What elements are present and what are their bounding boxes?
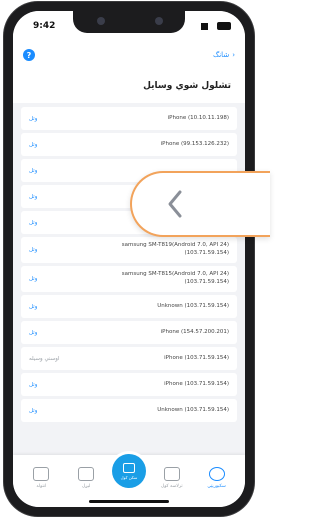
- tab-item[interactable]: انتولد: [22, 467, 60, 489]
- tab-label: سکیوریټي: [207, 484, 226, 489]
- device-action-link[interactable]: وتل: [29, 220, 37, 226]
- device-action-link[interactable]: وتل: [29, 168, 37, 174]
- tab-label: ترلاسه کول: [160, 484, 183, 489]
- back-label: شانگ: [212, 51, 230, 59]
- device-action-link[interactable]: وتل: [29, 408, 37, 414]
- device-action-link[interactable]: وتل: [29, 247, 37, 253]
- back-button[interactable]: شانگ ›: [213, 51, 235, 59]
- device-name: iPhone (99.153.126.232): [160, 140, 229, 147]
- title-row: تشلول شوي وسايل: [13, 69, 245, 103]
- camera-icon: [97, 17, 105, 25]
- app-screen: 9:42 ? شانگ › تشلول شوي وسايل وتل iPhone …: [13, 11, 245, 507]
- device-row: وتل iPhone (103.71.59.154): [21, 373, 237, 396]
- wallet-icon: [33, 467, 50, 481]
- device-action-link[interactable]: وتل: [29, 276, 37, 282]
- device-name: samsung SM-T815(Android 7.0, API 24) (10…: [121, 271, 229, 285]
- device-row: وتل iPhone (99.153.126.232): [21, 133, 237, 156]
- status-time: 9:42: [33, 21, 56, 31]
- device-row: وتل samsung SM-T815(Android 7.0, API 24) …: [21, 266, 237, 292]
- device-name: Unknown (103.71.59.154): [157, 302, 229, 309]
- download-icon: [163, 467, 180, 481]
- device-row: وتل Unknown (103.71.59.154): [21, 399, 237, 422]
- device-name: iPhone (10.10.11.198): [167, 114, 229, 121]
- chevron-left-icon: [168, 190, 182, 218]
- tab-label: انتولد: [36, 484, 47, 489]
- device-name: iPhone (103.71.59.154): [164, 354, 229, 361]
- page-title: تشلول شوي وسايل: [143, 81, 231, 91]
- device-row: وتل iPhone (154.57.200.201): [21, 321, 237, 344]
- device-row: وتل Unknown (103.71.59.154): [21, 295, 237, 318]
- device-action-link[interactable]: اوسني وسيله: [29, 356, 59, 362]
- chevron-right-icon: ›: [232, 51, 235, 59]
- notch: [73, 11, 185, 33]
- scan-icon: [122, 462, 135, 473]
- nav-bar: ? شانگ ›: [13, 41, 245, 69]
- device-name: iPhone (103.71.59.154): [164, 380, 229, 387]
- battery-icon: [217, 22, 231, 30]
- device-action-link[interactable]: وتل: [29, 304, 37, 310]
- device-row: وتل iPhone (10.10.11.198): [21, 107, 237, 130]
- tab-label: سکن کول: [120, 474, 138, 480]
- sensor-icon: [155, 17, 163, 25]
- tab-item[interactable]: ليږل: [67, 467, 105, 489]
- tab-item[interactable]: سکیوریټي: [198, 467, 236, 489]
- device-row: وتل samsung SM-T819(Android 7.0, API 24) …: [21, 237, 237, 263]
- device-name: iPhone (154.57.200.201): [160, 328, 229, 335]
- device-action-link[interactable]: وتل: [29, 142, 37, 148]
- device-action-link[interactable]: وتل: [29, 194, 37, 200]
- tab-item[interactable]: ترلاسه کول: [153, 467, 191, 489]
- device-name: Unknown (103.71.59.154): [157, 406, 229, 413]
- device-row: اوسني وسيله iPhone (103.71.59.154): [21, 347, 237, 370]
- phone-frame: 9:42 ? شانگ › تشلول شوي وسايل وتل iPhone …: [4, 2, 254, 516]
- device-action-link[interactable]: وتل: [29, 116, 37, 122]
- status-icons: [201, 22, 231, 30]
- signal-icon: [201, 22, 213, 30]
- device-action-link[interactable]: وتل: [29, 382, 37, 388]
- help-icon[interactable]: ?: [23, 49, 35, 61]
- upload-icon: [78, 467, 95, 481]
- tab-scan[interactable]: سکن کول: [111, 454, 146, 488]
- home-indicator: [89, 500, 169, 503]
- floating-back-button[interactable]: [130, 171, 270, 237]
- tab-label: ليږل: [81, 484, 91, 489]
- device-name: samsung SM-T819(Android 7.0, API 24) (10…: [121, 242, 229, 256]
- device-list: وتل iPhone (10.10.11.198) وتل iPhone (99.15…: [13, 103, 245, 429]
- device-action-link[interactable]: وتل: [29, 330, 37, 336]
- play-circle-icon: [208, 467, 225, 481]
